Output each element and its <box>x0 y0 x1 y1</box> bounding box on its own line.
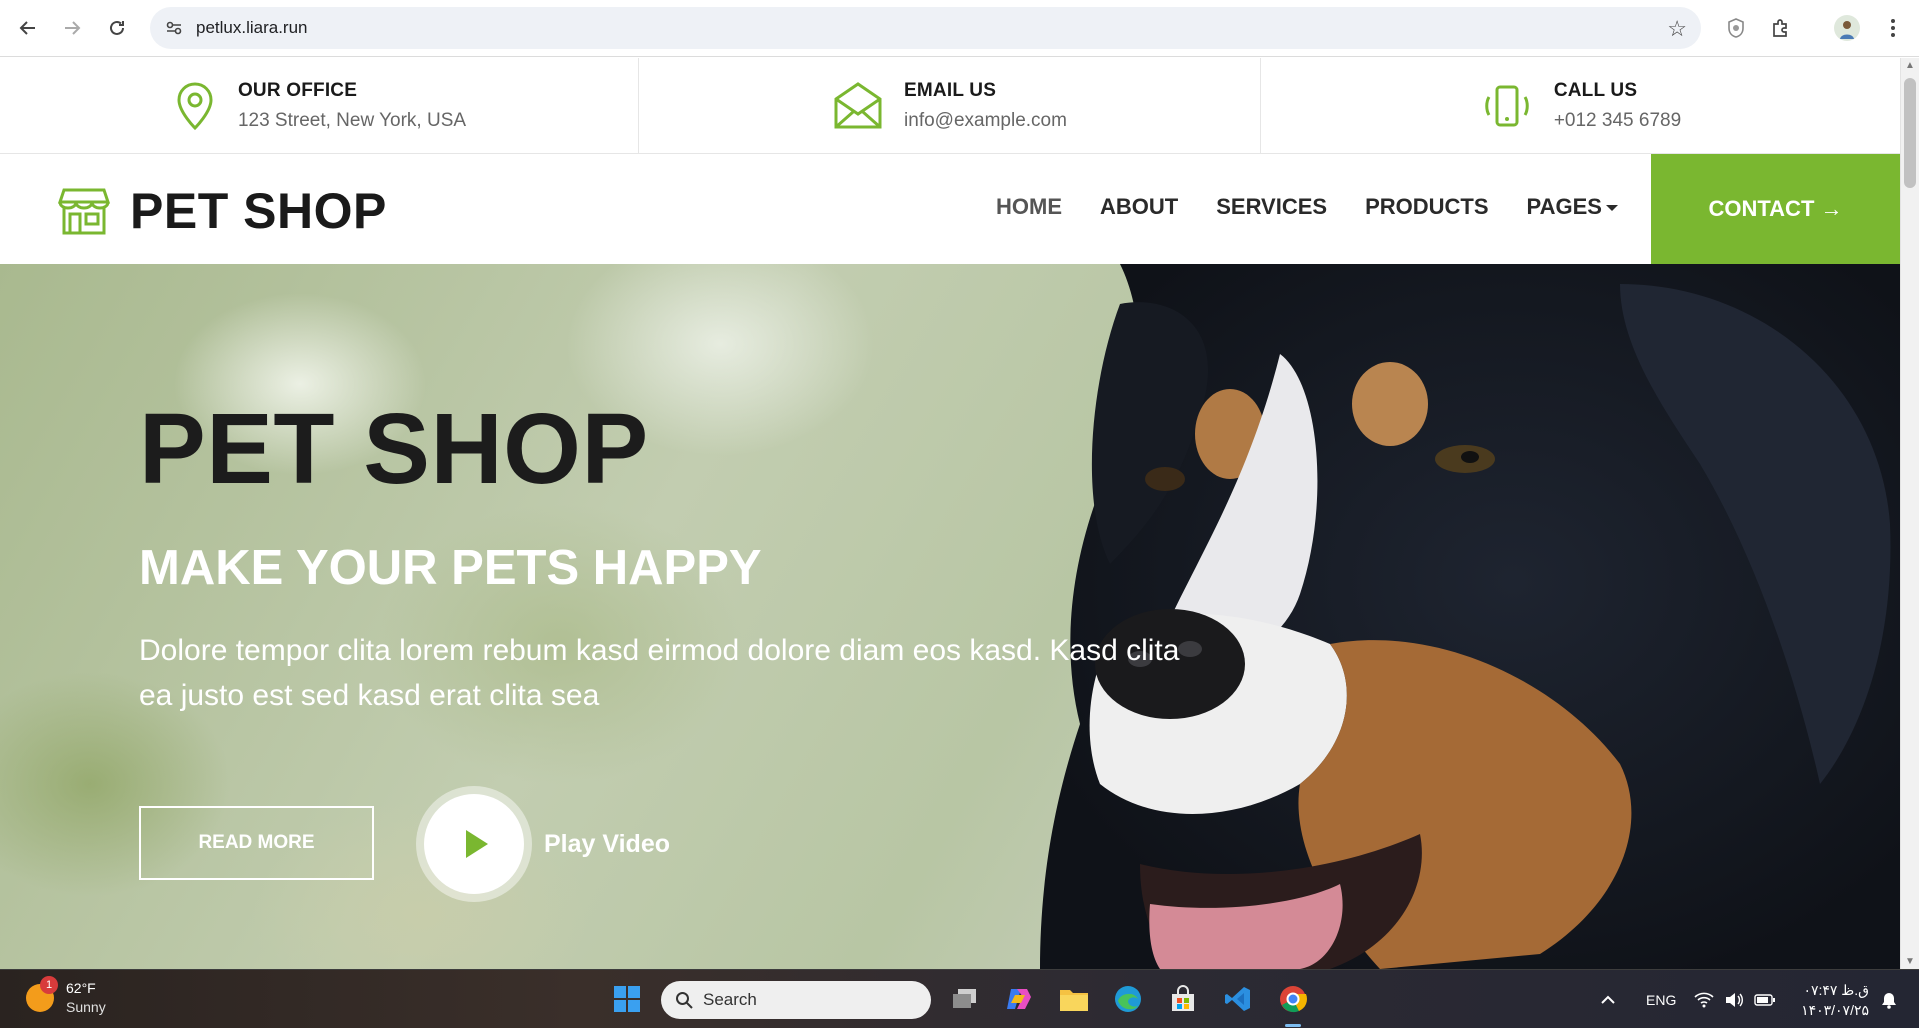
info-value[interactable]: info@example.com <box>904 110 1067 132</box>
dog-photo <box>1040 264 1900 969</box>
nav-link-pages-label: PAGES <box>1526 194 1602 219</box>
scroll-up-icon[interactable]: ▲ <box>1905 60 1915 71</box>
scroll-thumb[interactable] <box>1904 78 1916 188</box>
weather-description: Sunny <box>66 999 106 1015</box>
web-page: OUR OFFICE 123 Street, New York, USA EMA… <box>0 58 1900 969</box>
browser-toolbar: petlux.liara.run ☆ <box>0 0 1919 57</box>
read-more-button[interactable]: READ MORE <box>139 806 374 880</box>
search-label: Search <box>703 990 757 1009</box>
shield-extension-icon[interactable] <box>1720 12 1752 44</box>
nav-link-products[interactable]: PRODUCTS <box>1365 194 1488 220</box>
volume-icon[interactable] <box>1724 970 1744 1028</box>
notification-badge: 1 <box>40 975 58 994</box>
caret-down-icon <box>1605 205 1618 212</box>
active-app-indicator <box>1285 1024 1301 1027</box>
info-value[interactable]: +012 345 6789 <box>1554 110 1681 132</box>
play-video-label[interactable]: Play Video <box>544 830 670 859</box>
hero-description: Dolore tempor clita lorem rebum kasd eir… <box>139 634 1180 712</box>
bookmark-star-icon[interactable]: ☆ <box>1667 16 1687 42</box>
clock-date: ۱۴۰۳/۰۷/۲۵ <box>1801 1002 1869 1018</box>
nav-menu: HOME ABOUT SERVICES PRODUCTS PAGES <box>996 194 1656 220</box>
brand-logo[interactable]: PET SHOP <box>58 182 387 240</box>
phone-info: CALL US +012 345 6789 <box>1261 58 1900 154</box>
nav-link-pages-dropdown[interactable]: PAGES <box>1527 194 1618 220</box>
file-explorer-icon[interactable] <box>1057 982 1091 1016</box>
edge-browser-icon[interactable] <box>1111 982 1145 1016</box>
page-scrollbar[interactable]: ▲ ▼ <box>1900 58 1919 969</box>
storefront-icon <box>58 188 110 235</box>
play-video-button[interactable] <box>424 794 524 894</box>
forward-icon[interactable] <box>58 14 86 42</box>
info-title: OUR OFFICE <box>237 80 358 101</box>
info-value: 123 Street, New York, USA <box>237 110 467 131</box>
hero-section: PET SHOP MAKE YOUR PETS HAPPY Dolore tem… <box>0 264 1900 969</box>
language-indicator[interactable]: ENG <box>1646 970 1676 1028</box>
phone-icon <box>1485 85 1529 127</box>
contact-button[interactable]: CONTACT → <box>1651 154 1900 264</box>
weather-widget[interactable]: 1 62°F Sunny <box>26 975 106 1015</box>
tray-overflow-icon[interactable] <box>1600 970 1616 1028</box>
wifi-icon[interactable] <box>1694 970 1714 1028</box>
taskbar-search[interactable]: Search <box>661 981 931 1019</box>
info-title: EMAIL US <box>904 80 997 101</box>
nav-link-home[interactable]: HOME <box>996 194 1062 220</box>
address-bar[interactable]: petlux.liara.run ☆ <box>150 7 1701 49</box>
windows-start-icon[interactable] <box>610 982 644 1016</box>
system-clock[interactable]: ۰۷:۴۷ ق.ظ ۱۴۰۳/۰۷/۲۵ <box>1801 980 1869 1020</box>
map-pin-icon <box>177 82 213 131</box>
notification-bell-icon[interactable] <box>1880 970 1898 1028</box>
arrow-right-icon: → <box>1820 196 1843 221</box>
email-info: EMAIL US info@example.com <box>639 58 1261 154</box>
battery-icon[interactable] <box>1754 970 1776 1028</box>
microsoft-store-icon[interactable] <box>1166 982 1200 1016</box>
main-navbar: PET SHOP HOME ABOUT SERVICES PRODUCTS PA… <box>0 154 1900 264</box>
vscode-icon[interactable] <box>1221 982 1255 1016</box>
task-view-icon[interactable] <box>948 982 982 1016</box>
search-icon <box>676 992 693 1009</box>
sun-icon: 1 <box>26 975 58 1012</box>
chrome-icon[interactable] <box>1276 982 1310 1016</box>
nav-link-services[interactable]: SERVICES <box>1216 194 1327 220</box>
weather-temperature: 62°F <box>66 980 96 996</box>
reload-icon[interactable] <box>103 14 131 42</box>
scroll-down-icon[interactable]: ▼ <box>1905 956 1915 967</box>
hero-title: PET SHOP <box>139 393 649 505</box>
office-info: OUR OFFICE 123 Street, New York, USA <box>0 58 639 154</box>
clock-time: ۰۷:۴۷ ق.ظ <box>1803 982 1869 998</box>
extensions-puzzle-icon[interactable] <box>1765 12 1797 44</box>
contact-button-label: CONTACT <box>1708 196 1815 221</box>
site-settings-icon[interactable] <box>164 18 184 38</box>
browser-menu-icon[interactable] <box>1877 12 1909 44</box>
profile-avatar[interactable] <box>1831 12 1863 44</box>
url-text: petlux.liara.run <box>196 18 308 37</box>
back-icon[interactable] <box>14 14 42 42</box>
windows-taskbar: 1 62°F Sunny Search ENG ۰۷:۴۷ ق.ظ ۱۴۰۳/۰… <box>0 969 1919 1028</box>
brand-name: PET SHOP <box>130 183 387 239</box>
envelope-icon <box>834 82 882 129</box>
play-icon <box>466 830 488 858</box>
nav-link-about[interactable]: ABOUT <box>1100 194 1178 220</box>
copilot-icon[interactable] <box>1002 982 1036 1016</box>
contact-info-bar: OUR OFFICE 123 Street, New York, USA EMA… <box>0 58 1900 154</box>
hero-subtitle: MAKE YOUR PETS HAPPY <box>139 541 762 595</box>
info-title: CALL US <box>1553 80 1638 101</box>
